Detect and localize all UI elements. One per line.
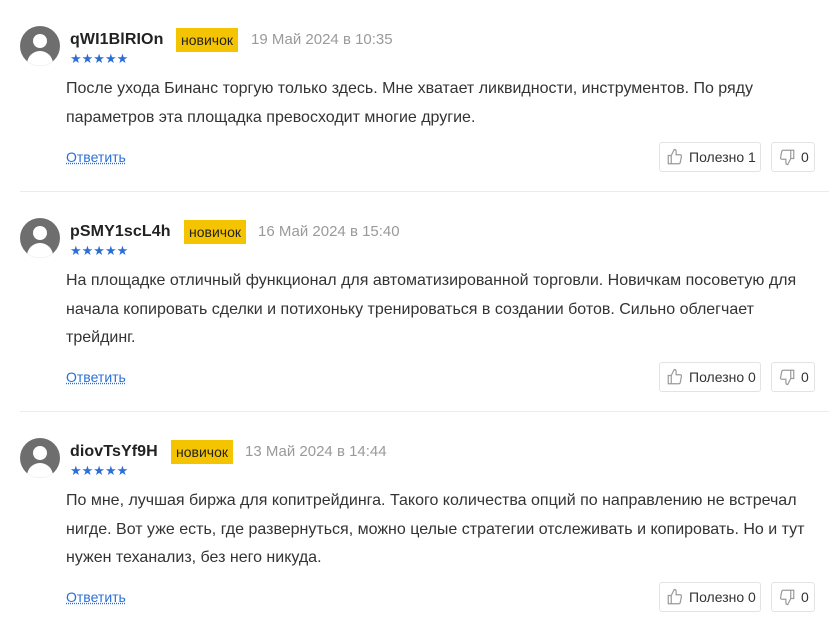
review-text: После ухода Бинанс торгую только здесь. … (66, 80, 754, 126)
rating-stars: ★★★★★ (70, 243, 129, 258)
review-date: 13 Май 2024 в 14:44 (245, 443, 387, 460)
thumbs-up-icon (667, 148, 683, 165)
rating-stars: ★★★★★ (70, 463, 129, 478)
thumbs-up-icon (667, 588, 683, 605)
helpful-label: Полезно (689, 369, 745, 385)
review-date: 16 Май 2024 в 15:40 (258, 223, 400, 240)
helpful-button[interactable]: Полезно 0 (659, 362, 761, 392)
thumbs-down-icon (779, 369, 795, 386)
rating-stars: ★★★★★ (70, 51, 129, 66)
review-text: По мне, лучшая биржа для копитрейдинга. … (66, 492, 805, 566)
status-badge: новичок (176, 28, 238, 52)
review-item: qWI1BlRIOn новичок 19 Май 2024 в 10:35 ★… (0, 0, 829, 192)
helpful-button[interactable]: Полезно 0 (659, 582, 761, 612)
not-helpful-count: 0 (801, 589, 809, 605)
review-date: 19 Май 2024 в 10:35 (251, 31, 393, 48)
helpful-count: 1 (748, 149, 756, 165)
not-helpful-count: 0 (801, 149, 809, 165)
not-helpful-count: 0 (801, 369, 809, 385)
reply-link[interactable]: Ответить (66, 589, 126, 605)
review-item: pSMY1scL4h новичок 16 Май 2024 в 15:40 ★… (0, 192, 829, 412)
review-username[interactable]: qWI1BlRIOn (70, 31, 163, 49)
review-text: На площадке отличный функционал для авто… (66, 272, 797, 346)
helpful-label: Полезно (689, 589, 745, 605)
helpful-count: 0 (748, 369, 756, 385)
avatar[interactable] (20, 218, 60, 258)
avatar[interactable] (20, 26, 60, 66)
review-username[interactable]: diovTsYf9H (70, 443, 158, 461)
helpful-label: Полезно (689, 149, 745, 165)
reply-link[interactable]: Ответить (66, 149, 126, 165)
status-badge: новичок (171, 440, 233, 464)
review-username[interactable]: pSMY1scL4h (70, 223, 171, 241)
not-helpful-button[interactable]: 0 (771, 582, 815, 612)
thumbs-up-icon (667, 368, 683, 385)
not-helpful-button[interactable]: 0 (771, 362, 815, 392)
thumbs-down-icon (779, 589, 795, 606)
not-helpful-button[interactable]: 0 (771, 142, 815, 172)
helpful-count: 0 (748, 589, 756, 605)
helpful-button[interactable]: Полезно 1 (659, 142, 761, 172)
review-item: diovTsYf9H новичок 13 Май 2024 в 14:44 ★… (0, 412, 829, 635)
reply-link[interactable]: Ответить (66, 369, 126, 385)
avatar[interactable] (20, 438, 60, 478)
status-badge: новичок (184, 220, 246, 244)
thumbs-down-icon (779, 149, 795, 166)
